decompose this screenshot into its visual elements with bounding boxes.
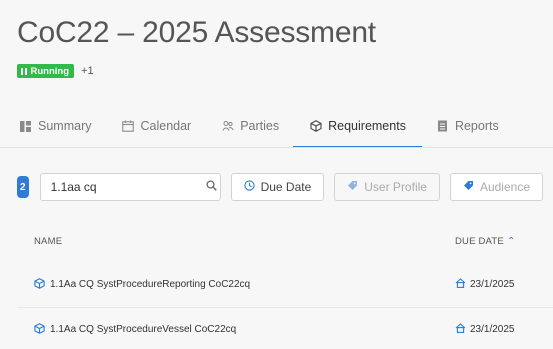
due-date-text: 23/1/2025 [470, 324, 515, 335]
tab-bar: Summary Calendar Parties Requirements Re… [17, 104, 553, 148]
page-title: CoC22 – 2025 Assessment [17, 16, 376, 49]
requirement-name[interactable]: 1.1Aa CQ SystProcedureVessel CoC22cq [34, 322, 237, 337]
requirement-icon [34, 322, 45, 337]
tab-label: Parties [240, 119, 280, 133]
status-label: Running [30, 65, 70, 77]
requirement-icon [34, 277, 45, 292]
filter-bar: 2 Due Date User Profile Audience [17, 172, 553, 202]
table-row[interactable]: 1.1Aa CQ SystProcedureReporting CoC22cq … [0, 264, 553, 305]
home-icon [455, 323, 466, 336]
row-divider [17, 307, 553, 308]
due-date-text: 23/1/2025 [470, 279, 515, 290]
tab-label: Reports [454, 119, 499, 133]
column-header-name[interactable]: NAME [34, 236, 62, 247]
calendar-icon [121, 120, 134, 132]
due-date-filter-button[interactable]: Due Date [230, 173, 325, 201]
requirement-name-text: 1.1Aa CQ SystProcedureReporting CoC22cq [50, 279, 251, 290]
due-date-filter-label: Due Date [260, 180, 312, 194]
user-profile-filter-button[interactable]: User Profile [334, 173, 440, 201]
requirement-name[interactable]: 1.1Aa CQ SystProcedureReporting CoC22cq [34, 277, 251, 292]
column-header-due-date[interactable]: DUE DATE ⌃ [455, 236, 516, 247]
column-header-name-label: NAME [34, 236, 63, 247]
requirements-icon [309, 120, 322, 132]
search-icon[interactable] [206, 180, 217, 194]
tab-parties[interactable]: Parties [219, 104, 281, 148]
audience-filter-label: Audience [479, 180, 530, 194]
tab-summary[interactable]: Summary [17, 104, 93, 148]
status-row: Running +1 [17, 64, 94, 78]
tab-calendar[interactable]: Calendar [119, 104, 193, 148]
due-date-cell: 23/1/2025 [455, 323, 515, 336]
audience-filter-button[interactable]: Audience [449, 173, 543, 201]
tab-label: Calendar [140, 119, 192, 133]
selected-count-badge[interactable]: 2 [17, 176, 29, 198]
table-row[interactable]: 1.1Aa CQ SystProcedureVessel CoC22cq 23/… [0, 309, 553, 349]
home-icon [455, 278, 466, 291]
tab-divider [0, 147, 553, 148]
tab-label: Requirements [328, 119, 406, 133]
running-icon [21, 67, 27, 75]
tag-icon [347, 180, 358, 194]
tab-reports[interactable]: Reports [434, 104, 501, 148]
due-date-cell: 23/1/2025 [455, 278, 515, 291]
summary-icon [19, 120, 32, 132]
parties-icon [221, 120, 234, 132]
requirement-name-text: 1.1Aa CQ SystProcedureVessel CoC22cq [50, 324, 237, 335]
tab-requirements[interactable]: Requirements [293, 104, 422, 148]
search-box[interactable] [39, 173, 221, 201]
extra-badge-count[interactable]: +1 [81, 65, 94, 77]
reports-icon [436, 120, 449, 132]
clock-icon [243, 180, 255, 194]
tab-label: Summary [38, 119, 92, 133]
user-profile-filter-label: User Profile [364, 180, 427, 194]
column-header-due-date-label: DUE DATE [455, 236, 504, 247]
status-badge[interactable]: Running [17, 64, 75, 78]
search-input[interactable] [50, 180, 206, 194]
sort-ascending-icon: ⌃ [506, 236, 516, 247]
tag-icon [463, 180, 474, 194]
